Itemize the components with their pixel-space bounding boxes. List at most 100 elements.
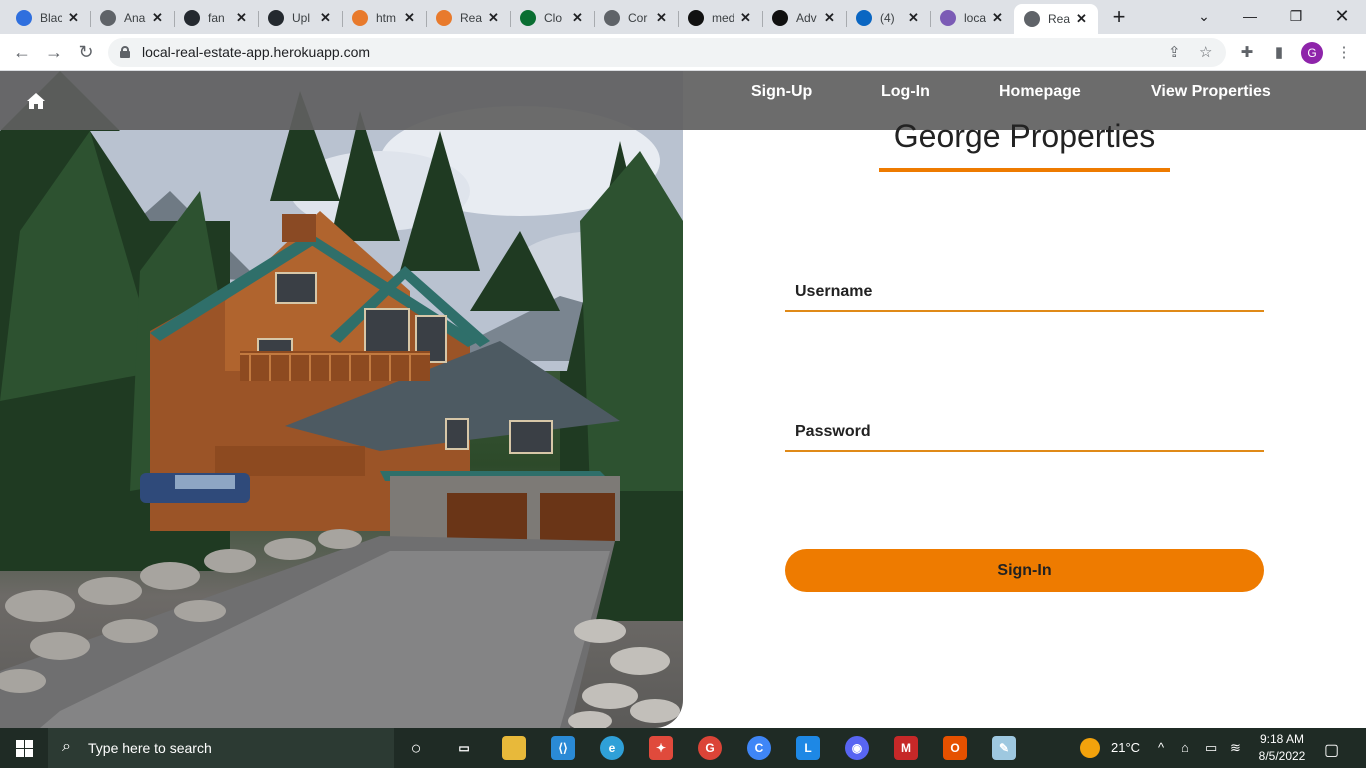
edge-icon[interactable]: e: [600, 736, 624, 760]
battery-icon[interactable]: ▭: [1205, 740, 1217, 756]
cortana-icon[interactable]: ○: [404, 736, 428, 760]
address-bar[interactable]: local-real-estate-app.herokuapp.com ⇪ ☆: [108, 38, 1226, 67]
network-status-icon[interactable]: ⌂: [1181, 740, 1189, 755]
back-button[interactable]: ←: [10, 41, 34, 63]
forward-button[interactable]: →: [42, 41, 66, 63]
browser-tab[interactable]: Blac ✕: [6, 4, 90, 32]
windows-start-icon[interactable]: [16, 740, 33, 757]
username-field[interactable]: Username: [785, 274, 1264, 312]
username-label: Username: [795, 283, 873, 300]
browser-tab-label: Adv: [796, 11, 817, 25]
weather-temperature[interactable]: 21°C: [1111, 740, 1140, 755]
discord-icon[interactable]: ◉: [845, 736, 869, 760]
close-tab-icon[interactable]: ✕: [908, 10, 919, 26]
windows-taskbar: ⌕ Type here to search ○ ▭ ⟨⟩ e ✦ G C L ◉…: [0, 728, 1366, 768]
share-icon[interactable]: ⇪: [1168, 43, 1181, 61]
nav-link-sign-up[interactable]: Sign-Up: [751, 83, 812, 101]
close-tab-icon[interactable]: ✕: [404, 10, 415, 26]
github-icon: [184, 10, 200, 26]
browser-tab[interactable]: (4) ✕: [846, 4, 930, 32]
browser-tab-label: fan: [208, 11, 225, 25]
system-clock[interactable]: 9:18 AM 8/5/2022: [1254, 731, 1310, 765]
l-app-icon[interactable]: L: [796, 736, 820, 760]
bookmark-star-icon[interactable]: ☆: [1199, 43, 1212, 61]
browser-tab-label: Rea: [460, 11, 482, 25]
browser-tab[interactable]: Rea ✕: [1014, 4, 1098, 34]
close-tab-icon[interactable]: ✕: [68, 10, 79, 26]
c-circle-icon: [16, 10, 32, 26]
new-tab-button[interactable]: +: [1105, 4, 1133, 29]
close-tab-icon[interactable]: ✕: [236, 10, 247, 26]
close-tab-icon[interactable]: ✕: [740, 10, 751, 26]
browser-tab-label: Blac: [40, 11, 62, 25]
c-app-icon[interactable]: C: [747, 736, 771, 760]
show-hidden-icons-icon[interactable]: ^: [1158, 740, 1164, 755]
browser-tab-label: Clo: [544, 11, 563, 25]
browser-tab[interactable]: Cor ✕: [594, 4, 678, 32]
close-tab-icon[interactable]: ✕: [320, 10, 331, 26]
lock-icon[interactable]: [120, 46, 130, 58]
extensions-icon[interactable]: ✚: [1237, 42, 1257, 62]
linkedin-icon: [856, 10, 872, 26]
side-panel-icon[interactable]: ▮: [1269, 42, 1289, 62]
maximize-button[interactable]: ❐: [1282, 4, 1310, 28]
globe-icon: [100, 10, 116, 26]
browser-tab[interactable]: fan ✕: [174, 4, 258, 32]
medium-icon: [772, 10, 788, 26]
wifi-icon[interactable]: ≋: [1230, 740, 1241, 756]
browser-toolbar: ← → ↻ local-real-estate-app.herokuapp.co…: [0, 34, 1366, 71]
browser-tab-label: Rea: [1048, 12, 1070, 26]
brand-title: George Properties: [893, 118, 1156, 154]
close-tab-icon[interactable]: ✕: [992, 10, 1003, 26]
close-tab-icon[interactable]: ✕: [572, 10, 583, 26]
browser-tab-label: Cor: [628, 11, 648, 25]
close-tab-icon[interactable]: ✕: [488, 10, 499, 26]
close-tab-icon[interactable]: ✕: [656, 10, 667, 26]
house-photo: [0, 71, 683, 728]
browser-tab[interactable]: htm ✕: [342, 4, 426, 32]
weather-sun-icon[interactable]: [1080, 738, 1100, 758]
browser-tab[interactable]: Clo ✕: [510, 4, 594, 32]
home-icon[interactable]: [26, 91, 46, 111]
minimize-button[interactable]: —: [1236, 4, 1264, 28]
close-tab-icon[interactable]: ✕: [1076, 11, 1087, 27]
medium-icon: [688, 10, 704, 26]
paint-icon[interactable]: ✎: [992, 736, 1016, 760]
browser-tab[interactable]: Adv ✕: [762, 4, 846, 32]
stack-icon: [352, 10, 368, 26]
notifications-icon[interactable]: ▢: [1324, 740, 1339, 760]
clock-date: 8/5/2022: [1258, 749, 1306, 763]
brand-underline: [879, 168, 1170, 172]
sign-in-button[interactable]: Sign-In: [785, 549, 1264, 592]
leaf-icon: [520, 10, 536, 26]
office-icon[interactable]: O: [943, 736, 967, 760]
nav-link-homepage[interactable]: Homepage: [999, 83, 1081, 101]
nav-link-log-in[interactable]: Log-In: [881, 83, 930, 101]
task-view-icon[interactable]: ▭: [452, 736, 476, 760]
mcafee-icon[interactable]: M: [894, 736, 918, 760]
browser-tab[interactable]: Rea ✕: [426, 4, 510, 32]
close-window-button[interactable]: ✕: [1328, 4, 1356, 28]
browser-tab[interactable]: Ana ✕: [90, 4, 174, 32]
nav-link-view-properties[interactable]: View Properties: [1151, 83, 1271, 101]
tab-search-icon[interactable]: ⌄: [1190, 4, 1218, 28]
browser-tab[interactable]: loca ✕: [930, 4, 1014, 32]
reload-button[interactable]: ↻: [74, 41, 98, 63]
profile-avatar[interactable]: G: [1301, 42, 1323, 64]
figma-icon[interactable]: ✦: [649, 736, 673, 760]
browser-tab[interactable]: med ✕: [678, 4, 762, 32]
close-tab-icon[interactable]: ✕: [824, 10, 835, 26]
browser-tab-label: (4): [880, 11, 895, 25]
stack-icon: [436, 10, 452, 26]
chrome-icon[interactable]: G: [698, 736, 722, 760]
globe-icon: [604, 10, 620, 26]
browser-tab-label: med: [712, 11, 734, 25]
browser-tab[interactable]: Upl ✕: [258, 4, 342, 32]
vscode-icon[interactable]: ⟨⟩: [551, 736, 575, 760]
search-icon: ⌕: [62, 738, 71, 755]
file-explorer-icon[interactable]: [502, 736, 526, 760]
password-field[interactable]: Password: [785, 414, 1264, 452]
taskbar-search-box[interactable]: ⌕ Type here to search: [48, 728, 394, 768]
menu-kebab-icon[interactable]: ⋮: [1334, 42, 1354, 62]
close-tab-icon[interactable]: ✕: [152, 10, 163, 26]
